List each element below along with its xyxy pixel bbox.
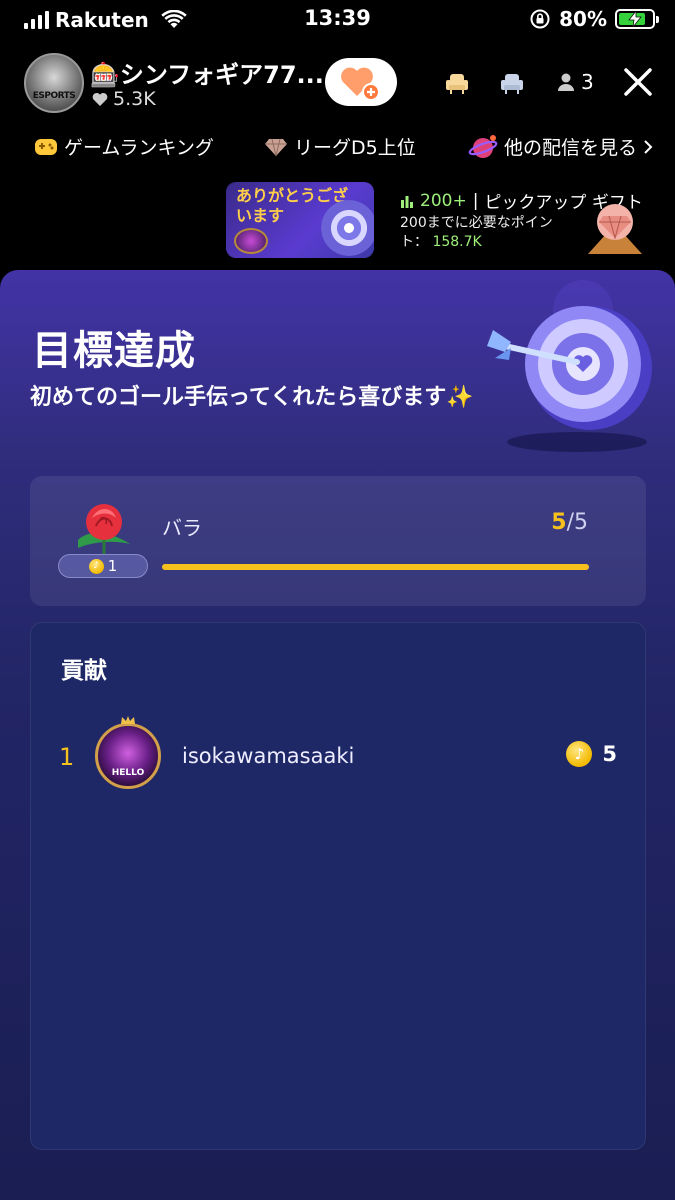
host-avatar[interactable]: ESPORTS bbox=[24, 53, 84, 113]
goal-progress-fill bbox=[162, 564, 589, 570]
host-avatar-badge: ESPORTS bbox=[32, 91, 76, 101]
rose-gift-icon bbox=[78, 504, 130, 554]
battery-icon bbox=[615, 9, 659, 29]
goal-progress-bar bbox=[162, 564, 589, 570]
contributor-rank: 1 bbox=[59, 743, 75, 771]
goal-sheet: 目標達成 初めてのゴール手伝ってくれたら喜びます✨ 1 バラ 5/5 bbox=[0, 270, 675, 1200]
contributor-coins: 5 bbox=[566, 741, 617, 767]
status-right: 80% bbox=[529, 7, 659, 31]
contributors-card: 貢献 1 HELLO isokawamasaaki 5 bbox=[30, 622, 646, 1150]
follow-button[interactable] bbox=[325, 58, 397, 106]
host-likes: 5.3K bbox=[92, 88, 156, 110]
live-header: ESPORTS 🎰シンフォギア77... 5.3K 3 bbox=[0, 48, 675, 118]
host-name[interactable]: 🎰シンフォギア77... bbox=[90, 55, 324, 90]
chevron-right-icon bbox=[644, 139, 653, 154]
target-arrow-illustration bbox=[487, 280, 652, 452]
shortcut-chips: ゲームランキング リーグD5上位 他の配信を見る bbox=[0, 133, 675, 167]
chip-label: ゲームランキング bbox=[64, 137, 214, 159]
close-icon[interactable] bbox=[620, 64, 656, 100]
bar-stats-icon bbox=[401, 195, 413, 208]
contributor-avatar[interactable]: HELLO bbox=[95, 723, 161, 789]
contributor-username[interactable]: isokawamasaaki bbox=[182, 744, 354, 768]
thanks-banner[interactable]: ありがとうございます bbox=[226, 182, 374, 258]
diamond-icon bbox=[265, 138, 287, 156]
pickup-desc: 200までに必要なポイント： 158.7K bbox=[400, 214, 578, 252]
battery-percent: 80% bbox=[559, 7, 607, 31]
contributor-row[interactable]: 1 HELLO isokawamasaaki 5 bbox=[31, 716, 647, 795]
charging-bolt-icon bbox=[628, 11, 642, 27]
person-icon bbox=[558, 73, 574, 91]
coin-icon bbox=[88, 558, 104, 574]
gift-cost: 1 bbox=[107, 557, 118, 575]
viewer-count-value: 3 bbox=[581, 70, 594, 94]
gift-cost-pill: 1 bbox=[58, 554, 148, 578]
target-icon bbox=[321, 200, 374, 256]
separator: | bbox=[472, 190, 479, 211]
seat-icon[interactable] bbox=[444, 70, 470, 96]
heart-icon bbox=[92, 92, 108, 106]
status-bar: Rakuten 13:39 80% bbox=[0, 0, 675, 40]
avatar-text: HELLO bbox=[111, 768, 145, 778]
likes-count: 5.3K bbox=[113, 88, 156, 110]
gamepad-icon bbox=[35, 138, 57, 155]
heart-plus-icon bbox=[341, 67, 380, 101]
pickup-count: 200+ bbox=[420, 190, 467, 211]
chip-label: 他の配信を見る bbox=[504, 137, 638, 159]
goal-subtitle: 初めてのゴール手伝ってくれたら喜びます✨ bbox=[30, 385, 474, 410]
viewer-count[interactable]: 3 bbox=[557, 70, 594, 94]
chip-league[interactable]: リーグD5上位 bbox=[264, 133, 416, 160]
pickup-points: 158.7K bbox=[432, 234, 482, 250]
pickup-gift-banner[interactable]: 200+ | ピックアップ ギフト 200までに必要なポイント： 158.7K bbox=[390, 182, 654, 258]
gift-gem-icon bbox=[588, 204, 642, 254]
goal-title: 目標達成 bbox=[32, 328, 196, 374]
gift-total: /5 bbox=[566, 510, 588, 535]
coin-icon bbox=[566, 741, 593, 767]
chip-more-streams[interactable]: 他の配信を見る bbox=[468, 133, 653, 160]
contributor-coin-value: 5 bbox=[602, 742, 617, 766]
contributors-title: 貢献 bbox=[61, 658, 107, 684]
chip-label: リーグD5上位 bbox=[294, 137, 416, 159]
orientation-lock-icon bbox=[530, 9, 550, 29]
gift-current: 5 bbox=[551, 510, 567, 535]
planet-icon bbox=[468, 134, 498, 158]
goal-progress-card: 1 バラ 5/5 bbox=[30, 476, 646, 606]
gift-progress-count: 5/5 bbox=[551, 510, 588, 535]
gift-name: バラ bbox=[162, 516, 202, 540]
chip-game-ranking[interactable]: ゲームランキング bbox=[34, 133, 214, 160]
crown-icon bbox=[121, 716, 135, 724]
banner-avatar bbox=[234, 228, 268, 254]
seat-icon[interactable] bbox=[499, 70, 525, 96]
